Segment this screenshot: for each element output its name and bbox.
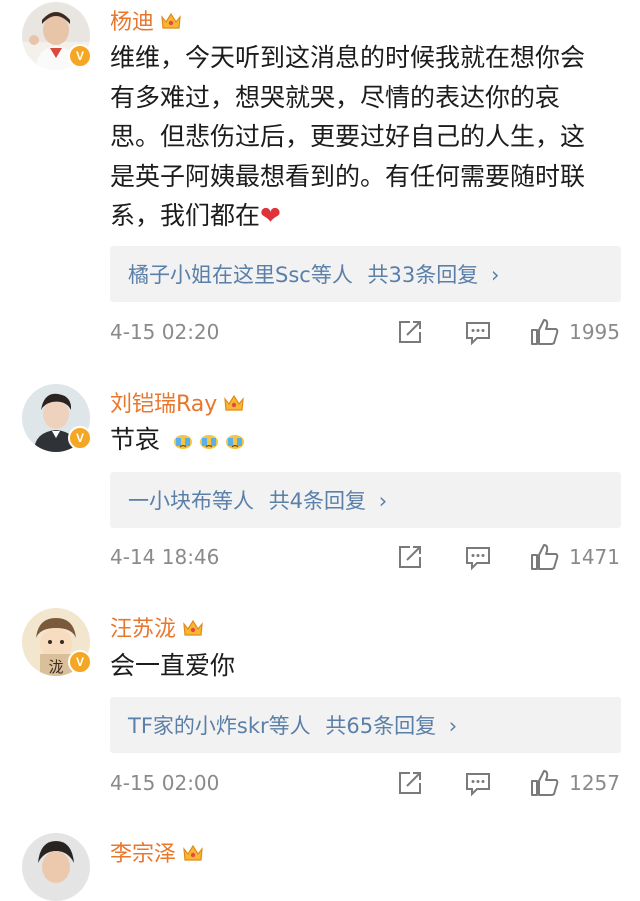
reply-users: 橘子小姐在这里Ssc等人: [128, 263, 353, 287]
crown-icon: [160, 11, 182, 37]
timestamp: 4-15 02:20: [110, 320, 220, 344]
heart-icon: ❤: [260, 201, 281, 230]
crown-icon: [182, 843, 204, 869]
verified-badge-icon: V: [68, 650, 92, 674]
comment-text: 节哀: [110, 420, 620, 460]
crying-face-icon: [173, 435, 192, 449]
chevron-right-icon: ›: [448, 714, 458, 738]
crown-icon: [223, 393, 245, 419]
share-icon[interactable]: [396, 318, 424, 350]
reply-count: 共65条回复: [325, 714, 437, 738]
timestamp: 4-14 18:46: [110, 545, 220, 569]
comment-text: 会一直爱你: [110, 651, 236, 680]
like-count: 1257: [569, 771, 620, 795]
like-count: 1995: [569, 320, 620, 344]
comment-icon[interactable]: [464, 769, 492, 801]
reply-summary-box[interactable]: TF家的小炸skr等人 共65条回复 ›: [110, 697, 621, 753]
comment-meta: 4-15 02:20 1995: [110, 318, 620, 348]
verified-badge-icon: V: [68, 426, 92, 450]
username[interactable]: 刘铠瑞Ray: [110, 386, 245, 419]
avatar[interactable]: [22, 833, 90, 901]
timestamp: 4-15 02:00: [110, 771, 220, 795]
comment-text: 维维，今天听到这消息的时候我就在想你会 有多难过，想哭就哭，尽情的表达你的哀 思…: [110, 43, 586, 230]
crown-icon: [182, 618, 204, 644]
comment-meta: 4-15 02:00 1257: [110, 769, 620, 799]
like-icon[interactable]: [530, 318, 560, 350]
username[interactable]: 李宗泽: [110, 836, 204, 869]
reply-users: TF家的小炸skr等人: [128, 714, 311, 738]
reply-users: 一小块布等人: [128, 489, 254, 513]
like-icon[interactable]: [530, 769, 560, 801]
crying-face-icon: [225, 435, 244, 449]
share-icon[interactable]: [396, 769, 424, 801]
reply-summary-box[interactable]: 橘子小姐在这里Ssc等人 共33条回复 ›: [110, 246, 621, 302]
like-count: 1471: [569, 545, 620, 569]
crying-face-icon: [199, 435, 218, 449]
share-icon[interactable]: [396, 543, 424, 575]
avatar[interactable]: V: [22, 384, 92, 452]
comment-meta: 4-14 18:46 1471: [110, 543, 620, 573]
comment-icon[interactable]: [464, 543, 492, 575]
username[interactable]: 杨迪: [110, 4, 182, 37]
verified-badge-icon: V: [68, 44, 92, 68]
chevron-right-icon: ›: [378, 489, 388, 513]
avatar[interactable]: 泷 V: [22, 608, 92, 676]
chevron-right-icon: ›: [490, 263, 500, 287]
reply-count: 共4条回复: [268, 489, 367, 513]
comment-icon[interactable]: [464, 318, 492, 350]
avatar[interactable]: V: [22, 2, 92, 70]
like-icon[interactable]: [530, 543, 560, 575]
username[interactable]: 汪苏泷: [110, 611, 204, 644]
reply-count: 共33条回复: [367, 263, 479, 287]
avatar-text: 泷: [48, 658, 63, 676]
reply-summary-box[interactable]: 一小块布等人 共4条回复 ›: [110, 472, 621, 528]
